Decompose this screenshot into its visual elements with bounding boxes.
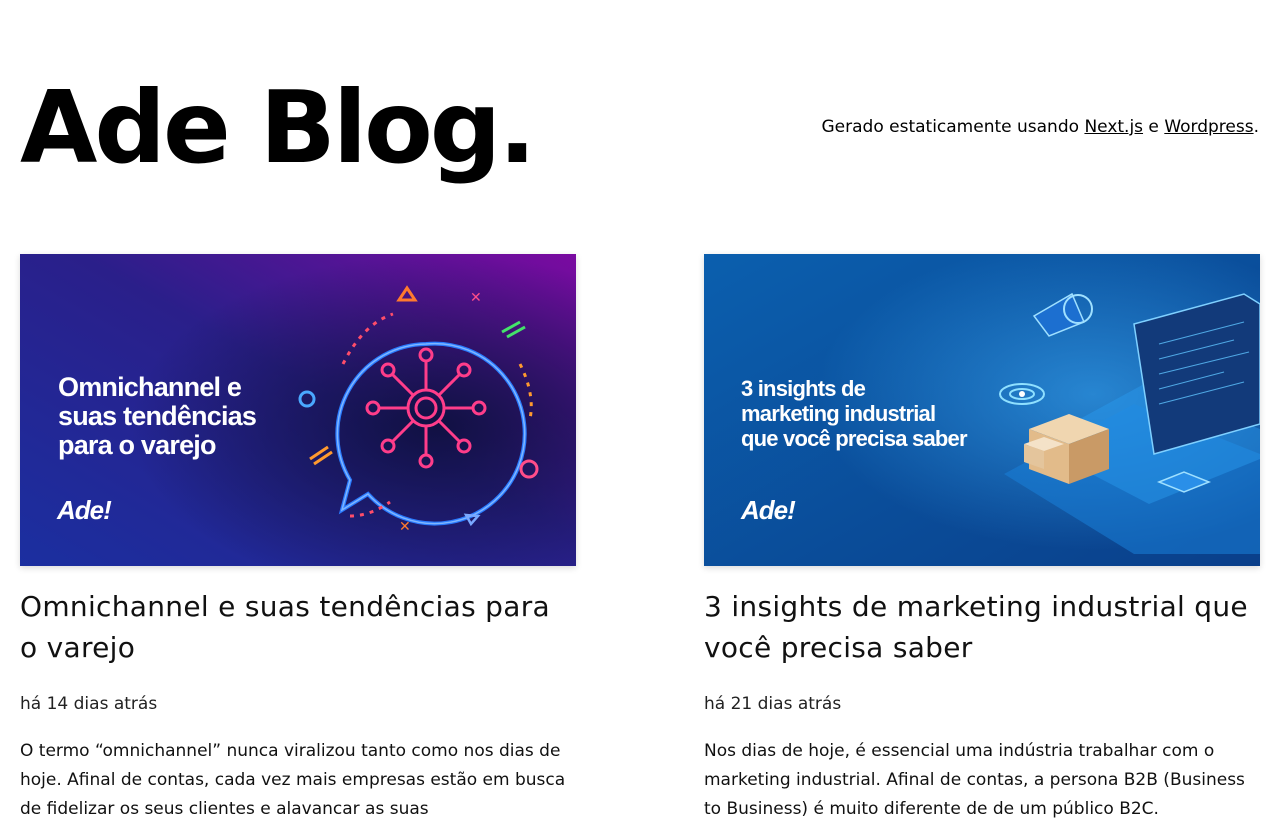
nextjs-link[interactable]: Next.js bbox=[1084, 117, 1143, 137]
post-excerpt: Nos dias de hoje, é essencial uma indúst… bbox=[704, 741, 1245, 819]
svg-text:✕: ✕ bbox=[399, 519, 411, 535]
ade-logo: Ade! bbox=[56, 495, 112, 525]
cover-headline-line-2: marketing industrial bbox=[741, 401, 935, 426]
wordpress-link[interactable]: Wordpress bbox=[1164, 117, 1253, 137]
cover-image-marketing-industrial[interactable]: 3 insights de marketing industrial que v… bbox=[704, 254, 1260, 566]
cover-image-omnichannel[interactable]: ✕ ✕ Omnichannel e suas tendências para o… bbox=[20, 254, 576, 566]
intro-suffix: . bbox=[1253, 117, 1259, 137]
post-title[interactable]: 3 insights de marketing industrial que v… bbox=[704, 586, 1260, 668]
post-date: há 14 dias atrás bbox=[20, 694, 158, 714]
cover-headline-line-3: que você precisa saber bbox=[741, 426, 968, 451]
intro-prefix: Gerado estaticamente usando bbox=[821, 117, 1085, 137]
post-card-omnichannel: ✕ ✕ Omnichannel e suas tendências para o… bbox=[20, 254, 576, 824]
post-excerpt: O termo “omnichannel” nunca viralizou ta… bbox=[20, 741, 566, 819]
cover-headline-line-2: suas tendências bbox=[58, 401, 256, 431]
cover-headline-line-1: 3 insights de bbox=[741, 376, 866, 401]
ade-logo: Ade! bbox=[740, 495, 796, 525]
cover-headline-line-1: Omnichannel e bbox=[58, 372, 242, 402]
post-date: há 21 dias atrás bbox=[704, 694, 842, 714]
post-title[interactable]: Omnichannel e suas tendências para o var… bbox=[20, 586, 576, 668]
site-title: Ade Blog. bbox=[20, 69, 536, 186]
intro-middle: e bbox=[1143, 117, 1165, 137]
svg-text:✕: ✕ bbox=[470, 290, 482, 306]
post-card-marketing-industrial: 3 insights de marketing industrial que v… bbox=[704, 254, 1260, 824]
cover-headline-line-3: para o varejo bbox=[58, 430, 216, 460]
site-intro: Gerado estaticamente usando Next.js e Wo… bbox=[822, 115, 1260, 139]
